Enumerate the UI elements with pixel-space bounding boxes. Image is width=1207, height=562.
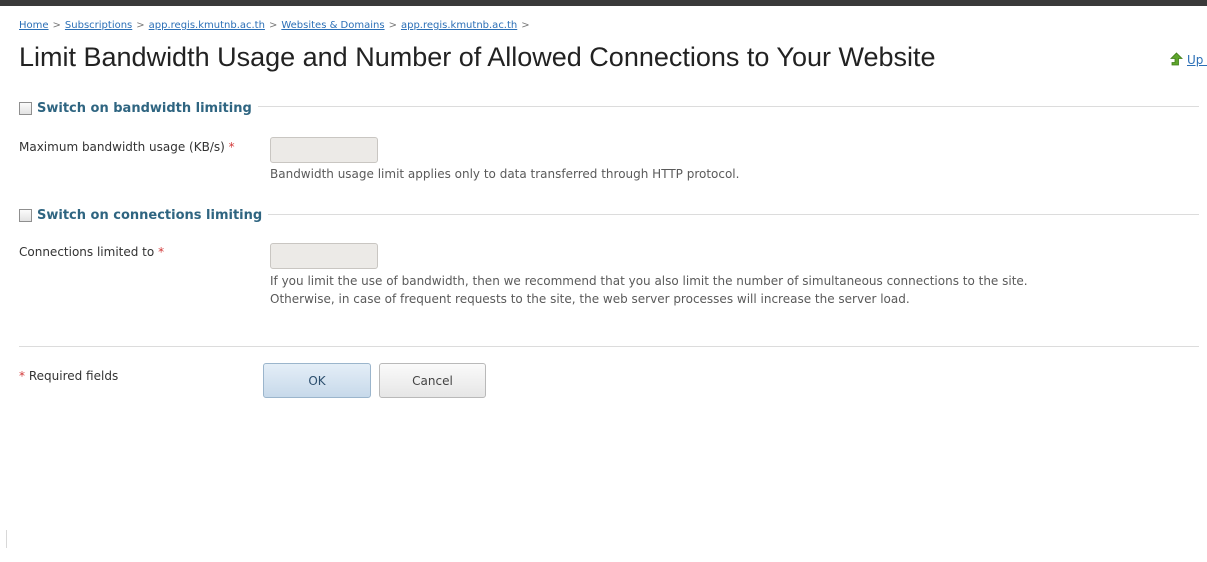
required-mark: * <box>19 369 25 383</box>
footer-divider <box>19 346 1199 347</box>
up-arrow-icon <box>1170 52 1183 67</box>
breadcrumb-home[interactable]: Home <box>19 20 49 31</box>
breadcrumb-subscription[interactable]: app.regis.kmutnb.ac.th <box>149 20 265 31</box>
up-level-label: Up Level <box>1187 52 1207 67</box>
required-fields-note: * Required fields <box>19 369 118 383</box>
bandwidth-hint: Bandwidth usage limit applies only to da… <box>270 167 740 181</box>
max-bandwidth-label: Maximum bandwidth usage (KB/s) * <box>19 139 239 156</box>
breadcrumb-websites-domains[interactable]: Websites & Domains <box>281 20 384 31</box>
connections-hint-line-1: If you limit the use of bandwidth, then … <box>270 274 1028 288</box>
bandwidth-limit-checkbox[interactable] <box>19 102 32 115</box>
connections-limit-input[interactable] <box>270 243 378 269</box>
breadcrumb-separator: > <box>52 20 61 31</box>
breadcrumb-separator: > <box>268 20 278 31</box>
breadcrumb-separator: > <box>388 20 397 31</box>
required-mark: * <box>228 140 235 154</box>
max-bandwidth-label-text: Maximum bandwidth usage (KB/s) <box>19 140 225 154</box>
required-fields-text: Required fields <box>28 369 119 383</box>
connections-limit-checkbox[interactable] <box>19 209 32 222</box>
connections-limit-label: Connections limited to * <box>19 244 249 261</box>
max-bandwidth-input[interactable] <box>270 137 378 163</box>
required-mark: * <box>158 245 165 259</box>
breadcrumb-domain[interactable]: app.regis.kmutnb.ac.th <box>401 20 517 31</box>
connections-toggle-label: Switch on connections limiting <box>37 208 263 223</box>
page-title: Limit Bandwidth Usage and Number of Allo… <box>19 42 936 72</box>
connections-toggle[interactable]: Switch on connections limiting <box>19 208 269 223</box>
bandwidth-toggle[interactable]: Switch on bandwidth limiting <box>19 101 258 116</box>
breadcrumb: Home > Subscriptions > app.regis.kmutnb.ac.t… <box>19 20 534 31</box>
cancel-button[interactable]: Cancel <box>379 363 486 398</box>
page: Home > Subscriptions > app.regis.kmutnb.ac.t… <box>0 0 1207 562</box>
connections-limit-label-text: Connections limited to <box>19 245 155 259</box>
breadcrumb-separator: > <box>521 20 530 31</box>
breadcrumb-subscriptions[interactable]: Subscriptions <box>65 20 132 31</box>
top-bar <box>0 0 1207 6</box>
connections-hint-line-2: Otherwise, in case of frequent requests … <box>270 292 910 306</box>
bandwidth-toggle-label: Switch on bandwidth limiting <box>37 101 252 116</box>
up-level-link[interactable]: Up Level <box>1170 52 1207 67</box>
edge-mark <box>6 530 7 548</box>
breadcrumb-separator: > <box>136 20 145 31</box>
ok-button[interactable]: OK <box>263 363 371 398</box>
